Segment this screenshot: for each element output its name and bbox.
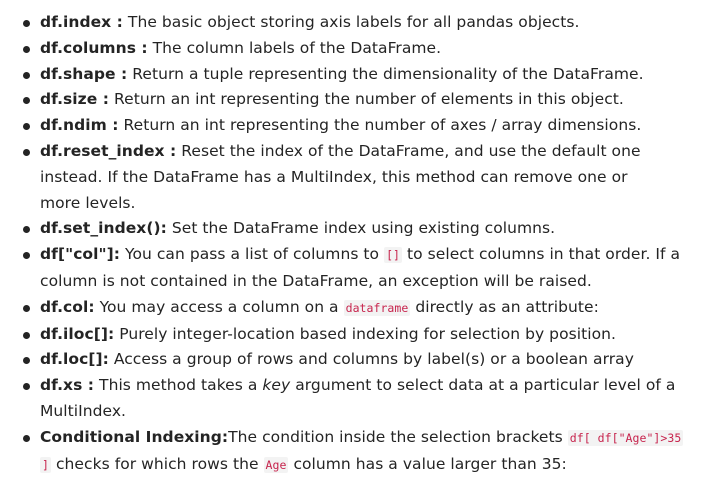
item-text: Set the DataFrame index using existing c… bbox=[171, 219, 556, 238]
item-text: Purely integer-location based indexing f… bbox=[119, 324, 616, 343]
bullet-list: df.index : The basic object storing axis… bbox=[0, 0, 711, 478]
item-text: argument to select data at a particular … bbox=[295, 376, 676, 395]
item-text: This method takes a bbox=[99, 376, 258, 395]
term-label: df.loc[]: bbox=[40, 350, 109, 369]
item-text: Return an int representing the number of… bbox=[123, 116, 642, 135]
term-label: Conditional Indexing: bbox=[40, 427, 229, 446]
list-item-df-ndim: df.ndim : Return an int representing the… bbox=[23, 113, 703, 139]
inline-code: ] bbox=[40, 456, 51, 473]
term-label: df.set_index(): bbox=[40, 219, 167, 238]
item-text: directly as an attribute: bbox=[415, 297, 599, 316]
item-text: The basic object storing axis labels for… bbox=[127, 13, 580, 31]
emphasis-key: key bbox=[262, 376, 291, 395]
term-label: df.ndim : bbox=[40, 116, 119, 135]
item-text-line-2: MultiIndex. bbox=[40, 401, 127, 420]
list-item-df-reset-index: df.reset_index : Reset the index of the … bbox=[23, 139, 703, 216]
term-label: df.reset_index : bbox=[40, 141, 177, 160]
list-item-conditional-indexing: Conditional Indexing:The condition insid… bbox=[23, 425, 703, 479]
item-text: The condition inside the selection brack… bbox=[228, 427, 563, 446]
list-item-df-set-index: df.set_index(): Set the DataFrame index … bbox=[23, 216, 703, 242]
item-text: You may access a column on a bbox=[99, 297, 339, 316]
item-text: column has a value larger than 35: bbox=[293, 454, 567, 473]
inline-code: df[ df["Age"]>35 bbox=[567, 429, 684, 446]
item-text: You can pass a list of columns to bbox=[125, 245, 380, 264]
list-item-df-col-attr: df.col: You may access a column on a dat… bbox=[23, 295, 703, 322]
list-item-df-iloc: df.iloc[]: Purely integer-location based… bbox=[23, 322, 703, 348]
item-text-line-3: more levels. bbox=[40, 193, 136, 212]
item-text: checks for which rows the bbox=[55, 454, 259, 473]
term-label: df.columns : bbox=[40, 38, 148, 57]
list-item-df-col-bracket: df["col"]: You can pass a list of column… bbox=[23, 242, 703, 295]
inline-code: [] bbox=[384, 247, 403, 264]
term-label: df.iloc[]: bbox=[40, 324, 115, 343]
inline-code: dataframe bbox=[343, 299, 411, 316]
item-text-line-2: column is not contained in the DataFrame… bbox=[40, 271, 592, 290]
term-label: df.col: bbox=[40, 297, 95, 316]
term-label: df.shape : bbox=[40, 64, 128, 83]
list-item-df-size: df.size : Return an int representing the… bbox=[23, 87, 703, 113]
term-label: df["col"]: bbox=[40, 245, 121, 264]
item-text: Return a tuple representing the dimensio… bbox=[132, 64, 644, 83]
list-item-df-loc: df.loc[]: Access a group of rows and col… bbox=[23, 347, 703, 373]
item-text: Return an int representing the number of… bbox=[113, 90, 624, 109]
list-item-df-xs: df.xs : This method takes a key argument… bbox=[23, 373, 703, 425]
term-label: df.index : bbox=[40, 13, 123, 31]
inline-code: Age bbox=[263, 456, 289, 473]
item-text-line-1: Reset the index of the DataFrame, and us… bbox=[181, 141, 641, 160]
term-label: df.xs : bbox=[40, 376, 95, 395]
item-text: Access a group of rows and columns by la… bbox=[113, 350, 634, 369]
item-text: to select columns in that order. If a bbox=[407, 245, 681, 264]
list-item-df-columns: df.columns : The column labels of the Da… bbox=[23, 36, 703, 62]
item-text-line-2: instead. If the DataFrame has a MultiInd… bbox=[40, 167, 628, 186]
list-item-df-index: df.index : The basic object storing axis… bbox=[23, 10, 703, 36]
item-text: The column labels of the DataFrame. bbox=[152, 38, 442, 57]
list-item-df-shape: df.shape : Return a tuple representing t… bbox=[23, 62, 703, 88]
document-body: df.index : The basic object storing axis… bbox=[0, 0, 711, 482]
term-label: df.size : bbox=[40, 90, 109, 109]
